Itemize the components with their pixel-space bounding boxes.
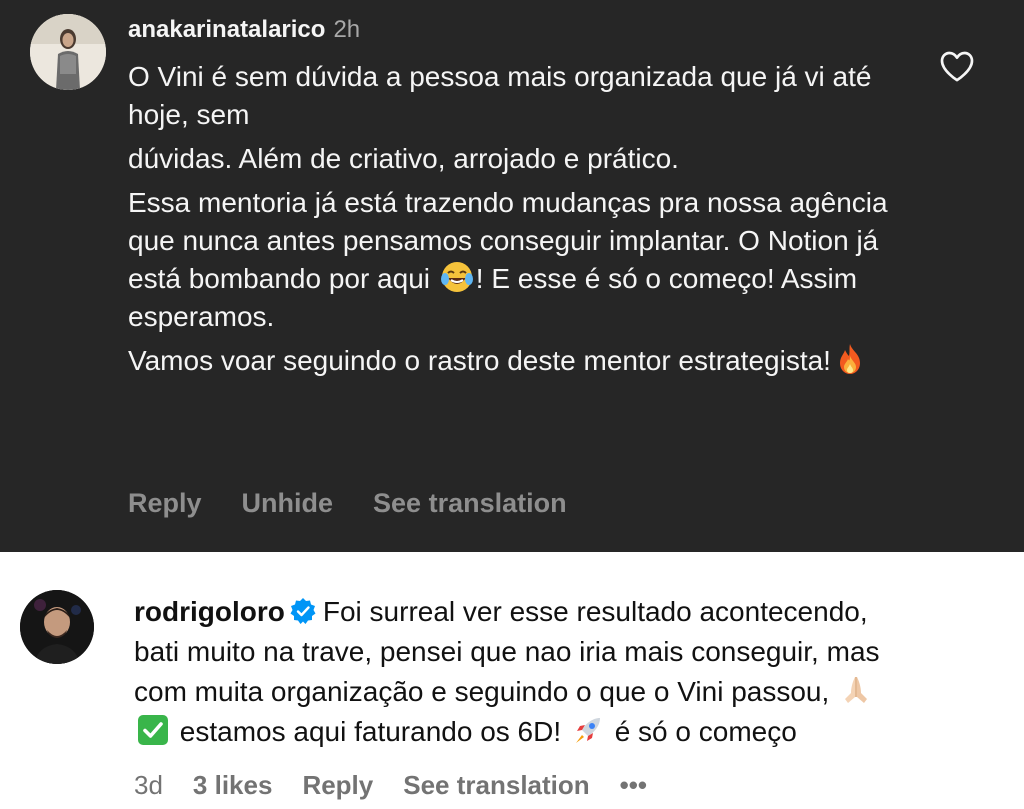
see-translation-button[interactable]: See translation xyxy=(403,770,589,801)
comment-paragraph: dúvidas. Além de criativo, arrojado e pr… xyxy=(128,143,679,174)
comment-body: O Vini é sem dúvida a pessoa mais organi… xyxy=(128,58,908,386)
comment-body: rodrigoloro Foi surreal ver esse resultad… xyxy=(134,592,1014,752)
comment-line: estamos aqui faturando os 6D! é só o com… xyxy=(134,712,1014,752)
comment-time: 2h xyxy=(333,16,361,43)
check-mark-emoji xyxy=(136,713,170,747)
comment-card-rodrigoloro: rodrigoloro Foi surreal ver esse resultad… xyxy=(0,552,1024,809)
comment-time: 3d xyxy=(134,770,163,800)
reply-button[interactable]: Reply xyxy=(128,488,202,519)
avatar[interactable] xyxy=(20,590,94,664)
praying-hands-emoji xyxy=(839,673,873,707)
avatar[interactable] xyxy=(30,14,106,90)
more-options-icon[interactable]: ••• xyxy=(620,770,647,801)
comment-line: com muita organização e seguindo o que o… xyxy=(134,672,1014,712)
comment-username[interactable]: rodrigoloro xyxy=(134,596,285,627)
comment-line: bati muito na trave, pensei que nao iria… xyxy=(134,636,880,667)
likes-count[interactable]: 3 likes xyxy=(193,770,273,801)
laughing-crying-emoji xyxy=(440,260,474,294)
comment-paragraph: Vamos voar seguindo o rastro deste mento… xyxy=(128,342,908,380)
comment-actions: Reply Unhide See translation xyxy=(128,488,567,519)
rocket-emoji xyxy=(571,713,605,747)
unhide-button[interactable]: Unhide xyxy=(242,488,334,519)
comment-meta: 3d 3 likes Reply See translation ••• xyxy=(134,770,647,801)
reply-button[interactable]: Reply xyxy=(302,770,373,801)
comment-card-anakarinatalarico: anakarinatalarico 2h O Vini é sem dúvida … xyxy=(0,0,1024,552)
fire-emoji xyxy=(833,342,867,376)
comment-paragraph: O Vini é sem dúvida a pessoa mais organi… xyxy=(128,61,872,130)
comment-line: rodrigoloro Foi surreal ver esse resultad… xyxy=(134,596,868,627)
heart-icon[interactable] xyxy=(936,46,978,86)
comment-paragraph: Essa mentoria já está trazendo mudanças … xyxy=(128,187,888,332)
verified-badge-icon xyxy=(289,596,317,624)
comment-username[interactable]: anakarinatalarico 2h xyxy=(128,16,360,44)
see-translation-button[interactable]: See translation xyxy=(373,488,567,519)
